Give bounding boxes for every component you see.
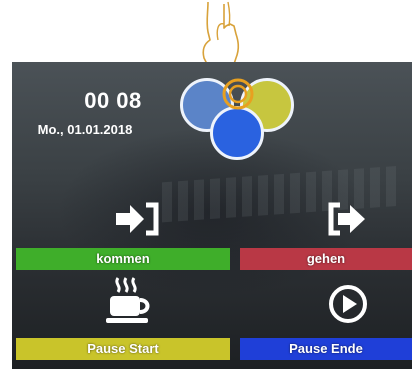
gehen-label: gehen (306, 251, 346, 266)
pause-ende-button[interactable]: Pause Ende (240, 338, 412, 360)
clock-date: Mo., 01.01.2018 (37, 122, 133, 137)
terminal-screen: 00 08 Mo., 01.01.2018 kommen gehen Pause… (12, 62, 412, 369)
pause-start-label: Pause Start (87, 341, 159, 356)
kommen-button[interactable]: kommen (16, 248, 230, 270)
kommen-label: kommen (96, 251, 150, 266)
clock-time: 00 08 (84, 88, 142, 113)
play-circle-icon[interactable] (328, 284, 368, 329)
login-arrow-icon[interactable] (116, 202, 160, 241)
logo (180, 74, 304, 164)
logout-arrow-icon[interactable] (328, 202, 368, 241)
coffee-cup-icon[interactable] (104, 276, 156, 331)
pause-start-button[interactable]: Pause Start (16, 338, 230, 360)
gehen-button[interactable]: gehen (240, 248, 412, 270)
pause-ende-label: Pause Ende (289, 341, 363, 356)
touch-ring-icon (222, 78, 254, 110)
logo-circle-center (210, 106, 264, 160)
